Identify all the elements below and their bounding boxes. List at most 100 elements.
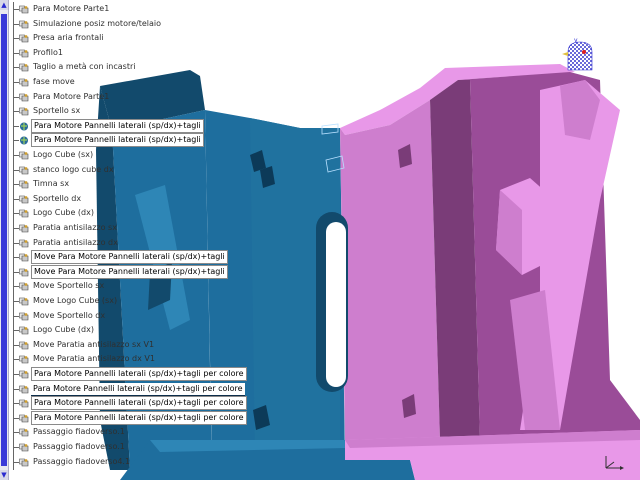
tree-node-label: stanco logo cube dx (33, 164, 114, 174)
part-icon[interactable] (19, 49, 29, 58)
tree-node[interactable]: fase move (9, 75, 209, 90)
tree-node-label: Passaggio fiadoverso4.1 (33, 456, 131, 466)
compass-icon[interactable]: y (560, 36, 598, 72)
tree-node-label: Para Motore Pannelli laterali (sp/dx)+ta… (31, 410, 247, 425)
tree-node[interactable]: Logo Cube (dx) (9, 323, 209, 339)
scroll-up-icon[interactable]: ▲ (0, 0, 8, 10)
tree-node[interactable]: Para Motore Parte1 (9, 89, 209, 105)
tree-node-label: Para Motore Pannelli laterali (sp/dx)+ta… (31, 367, 247, 381)
tree-node[interactable]: Move Paratia antisilazzo sx V1 (9, 337, 209, 353)
part-icon[interactable] (19, 458, 29, 467)
tree-node-label: Move Logo Cube (sx) (33, 296, 118, 305)
tree-node[interactable]: Para Motore Parte1 (9, 2, 209, 17)
tree-node-label: Sportello dx (33, 193, 82, 203)
tree-node[interactable]: Simulazione posiz motore/telaio (9, 16, 209, 32)
part-icon[interactable] (19, 151, 29, 160)
part-icon[interactable] (19, 239, 29, 248)
part-icon[interactable] (19, 63, 29, 72)
part-icon[interactable] (19, 78, 29, 87)
specification-tree: Para Motore Parte1 Simulazione posiz moto… (9, 0, 247, 480)
tree-node-label: Para Motore Parte1 (33, 91, 110, 101)
part-icon[interactable] (19, 195, 29, 204)
tree-node[interactable]: Timna sx (9, 177, 209, 193)
tree-scrollbar[interactable]: ▲ ▼ (0, 0, 9, 480)
tree-node[interactable]: Sportello dx (9, 191, 209, 207)
tree-node-label: Para Motore Parte1 (33, 4, 110, 13)
part-icon[interactable] (19, 326, 29, 335)
tree-node[interactable]: Move Sportello dx (9, 308, 209, 324)
part-icon[interactable] (19, 20, 29, 29)
tree-node[interactable]: Para Motore Pannelli laterali (sp/dx)+ta… (9, 381, 245, 397)
tree-node-label: Move Sportello sx (33, 281, 105, 291)
tree-node[interactable]: Move Para Motore Pannelli laterali (sp/d… (9, 250, 228, 266)
part-icon[interactable] (19, 297, 29, 306)
axis-triad-icon (600, 452, 630, 474)
part-icon[interactable] (19, 428, 29, 437)
tree-node[interactable]: Paratia antisilazzo dx (9, 235, 209, 251)
tree-node[interactable]: Para Motore Pannelli laterali (sp/dx)+ta… (9, 396, 247, 412)
scroll-down-icon[interactable]: ▼ (0, 470, 8, 480)
tree-node[interactable]: stanco logo cube dx (9, 162, 209, 178)
tree-node-label: Logo Cube (sx) (33, 150, 94, 159)
tree-node[interactable]: Passaggio fiadoverso.1 (9, 440, 209, 455)
tree-node-label: Para Motore Pannelli laterali (sp/dx)+ta… (31, 396, 247, 411)
part-icon[interactable] (19, 355, 29, 364)
part-icon[interactable] (19, 180, 29, 189)
tree-node-label: Move Paratia antisilazzo sx V1 (33, 339, 155, 349)
tree-node-label: Para Motore Pannelli laterali (sp/dx)+ta… (31, 118, 204, 133)
part-icon[interactable] (19, 253, 29, 262)
part-icon[interactable] (19, 385, 29, 394)
part-icon[interactable] (19, 209, 29, 218)
part-icon[interactable] (19, 107, 29, 116)
part-icon[interactable] (19, 34, 29, 43)
part-icon[interactable] (19, 224, 29, 233)
tree-node[interactable]: Para Motore Pannelli laterali (sp/dx)+ta… (9, 410, 247, 426)
tree-node-label: Taglio a metà con incastri (33, 62, 136, 72)
tree-node[interactable]: Move Sportello sx (9, 279, 209, 295)
part-icon[interactable] (19, 93, 29, 102)
tree-node-label: Move Para Motore Pannelli laterali (sp/d… (31, 264, 228, 279)
tree-node-label: Timna sx (33, 179, 70, 189)
part-icon[interactable] (19, 312, 29, 321)
tree-node[interactable]: Move Logo Cube (sx) (9, 294, 209, 309)
tree-node[interactable]: Move Para Motore Pannelli laterali (sp/d… (9, 264, 228, 280)
tree-node[interactable]: Passaggio fiadoverso4.1 (9, 454, 209, 470)
tree-node-label: Paratia antisilazzo sx (33, 223, 117, 232)
part-icon[interactable] (19, 5, 29, 14)
tree-node[interactable]: Para Motore Pannelli laterali (sp/dx)+ta… (9, 118, 209, 134)
tree-node-label: Move Sportello dx (33, 310, 106, 320)
scrollbar-thumb[interactable] (1, 14, 7, 466)
part-icon[interactable] (19, 414, 29, 423)
part-icon[interactable] (19, 341, 29, 350)
tree-node-label: Paratia antisilazzo dx (33, 237, 118, 247)
product-icon[interactable] (19, 122, 29, 131)
tree-node[interactable]: Logo Cube (sx) (9, 148, 209, 163)
tree-node-label: Profilo1 (33, 47, 63, 57)
tree-node[interactable]: Passaggio fiadoverso.1 (9, 425, 209, 441)
tree-node-label: Presa aria frontali (33, 33, 104, 43)
part-icon[interactable] (19, 166, 29, 175)
part-icon[interactable] (19, 399, 29, 408)
part-icon[interactable] (19, 268, 29, 277)
tree-node-label: Logo Cube (dx) (33, 208, 94, 218)
tree-node-label: Logo Cube (dx) (33, 325, 94, 335)
part-icon[interactable] (19, 370, 29, 379)
tree-node[interactable]: Para Motore Pannelli laterali (sp/dx)+ta… (9, 133, 209, 149)
tree-node-label: Move Paratia antisilazzo dx V1 (33, 354, 155, 364)
tree-node-label: Passaggio fiadoverso.1 (33, 427, 125, 437)
tree-node[interactable]: Profilo1 (9, 45, 209, 61)
tree-node[interactable]: Para Motore Pannelli laterali (sp/dx)+ta… (9, 367, 247, 382)
part-icon[interactable] (19, 282, 29, 291)
part-pink-main-face[interactable] (340, 100, 440, 440)
product-icon[interactable] (19, 136, 29, 145)
tree-node-label: Simulazione posiz motore/telaio (33, 18, 161, 28)
tree-node[interactable]: Sportello sx (9, 104, 209, 120)
tree-node[interactable]: Move Paratia antisilazzo dx V1 (9, 352, 209, 368)
tree-node[interactable]: Logo Cube (dx) (9, 206, 209, 222)
tree-node[interactable]: Taglio a metà con incastri (9, 60, 209, 76)
tree-node-label: Sportello sx (33, 106, 81, 116)
part-icon[interactable] (19, 443, 29, 452)
tree-node[interactable]: Paratia antisilazzo sx (9, 221, 209, 236)
part-slot-hole (326, 222, 346, 387)
tree-node[interactable]: Presa aria frontali (9, 31, 209, 47)
